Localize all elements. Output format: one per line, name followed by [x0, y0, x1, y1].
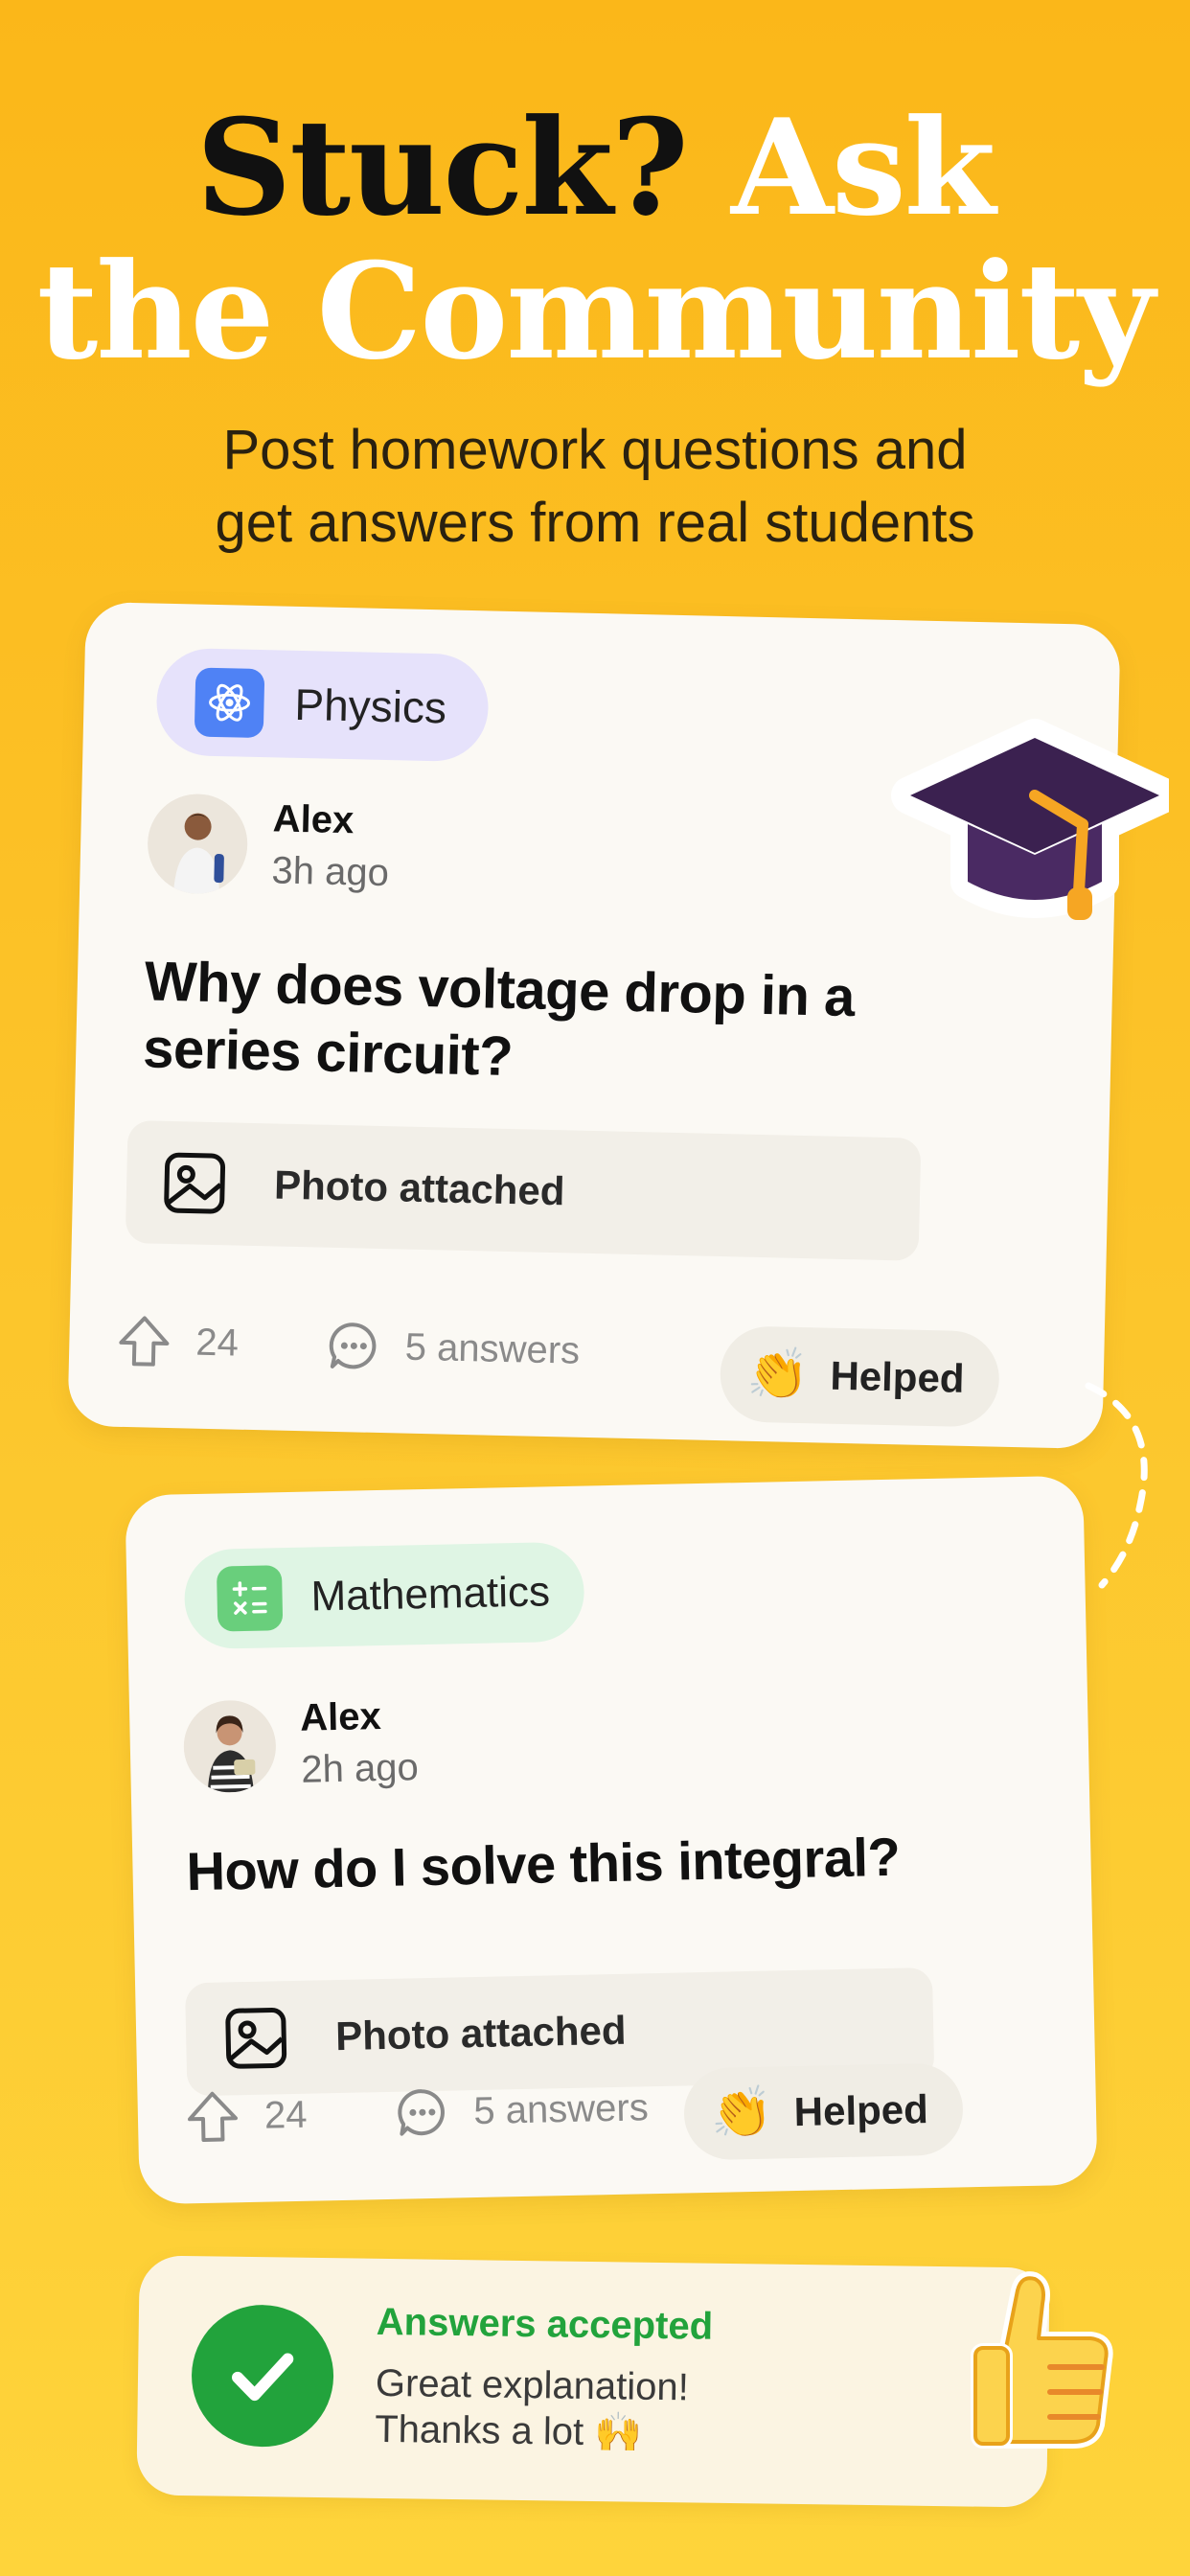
question-card-mathematics[interactable]: Mathematics Alex 2h ago How do I solve t… — [125, 1475, 1098, 2205]
subheadline: Post homework questions and get answers … — [0, 414, 1190, 560]
helped-label: Helped — [829, 1352, 966, 1401]
checkmark-icon — [191, 2304, 335, 2449]
image-icon — [164, 1152, 226, 1214]
helped-label: Helped — [793, 2086, 929, 2135]
chat-bubble-icon — [329, 1322, 376, 1369]
dashed-arc-decoration — [1085, 1382, 1148, 1589]
photo-attachment[interactable]: Photo attached — [125, 1119, 922, 1261]
author-name: Alex — [272, 797, 355, 842]
author-name: Alex — [299, 1695, 382, 1739]
post-time: 2h ago — [300, 1746, 420, 1791]
subheadline-line-2: get answers from real students — [215, 492, 975, 554]
subject-chip-physics[interactable]: Physics — [155, 647, 491, 763]
vote-count: 24 — [195, 1321, 240, 1365]
answers-count: 5 answers — [472, 2085, 650, 2132]
upvote-button[interactable]: 24 — [115, 1312, 240, 1372]
post-footer: 24 5 answers — [183, 2079, 649, 2146]
question-text[interactable]: Why does voltage drop in a series circui… — [143, 948, 874, 1098]
atom-icon — [194, 667, 265, 739]
subject-label: Physics — [293, 678, 447, 733]
helped-button[interactable]: 👏 Helped — [719, 1325, 1000, 1428]
arrow-up-icon — [119, 1316, 170, 1367]
headline-ask: Ask — [730, 89, 995, 245]
vote-count: 24 — [263, 2093, 308, 2137]
post-footer: 24 5 answers — [115, 1312, 581, 1380]
answers-button[interactable]: 5 answers — [324, 1317, 581, 1380]
accepted-message: Great explanation! Thanks a lot 🙌 — [375, 2360, 689, 2457]
thumbs-up-icon — [971, 2271, 1113, 2449]
question-text[interactable]: How do I solve this integral? — [186, 1822, 1011, 1904]
arrow-up-icon — [188, 2091, 238, 2142]
helped-button[interactable]: 👏 Helped — [683, 2062, 964, 2161]
graduation-cap-icon — [891, 719, 1169, 920]
accepted-title: Answers accepted — [376, 2300, 714, 2348]
headline: Stuck? Ask the Community — [0, 96, 1190, 383]
clap-icon: 👏 — [710, 2084, 774, 2142]
post-time: 3h ago — [271, 849, 390, 895]
calculator-icon — [216, 1565, 284, 1632]
answers-accepted-card: Answers accepted Great explanation! Than… — [136, 2255, 1050, 2508]
subject-label: Mathematics — [310, 1568, 551, 1621]
chat-bubble-icon — [397, 2089, 445, 2136]
subheadline-line-1: Post homework questions and — [222, 419, 968, 481]
headline-community: the Community — [36, 233, 1156, 389]
answers-button[interactable]: 5 answers — [393, 2079, 650, 2142]
image-icon — [225, 2007, 287, 2069]
clap-icon: 👏 — [746, 1346, 811, 1404]
accepted-message-line-1: Great explanation! — [375, 2361, 690, 2409]
subject-chip-mathematics[interactable]: Mathematics — [183, 1541, 586, 1650]
attachment-label: Photo attached — [334, 2007, 628, 2059]
post-author[interactable]: Alex 2h ago — [182, 1690, 420, 1799]
attachment-label: Photo attached — [273, 1162, 565, 1214]
avatar[interactable] — [182, 1699, 277, 1794]
accepted-message-line-2: Thanks a lot 🙌 — [374, 2407, 643, 2454]
headline-stuck: Stuck? — [195, 89, 689, 245]
upvote-button[interactable]: 24 — [183, 2086, 308, 2147]
post-author[interactable]: Alex 3h ago — [147, 791, 391, 900]
answers-count: 5 answers — [404, 1325, 581, 1372]
avatar[interactable] — [147, 793, 249, 895]
